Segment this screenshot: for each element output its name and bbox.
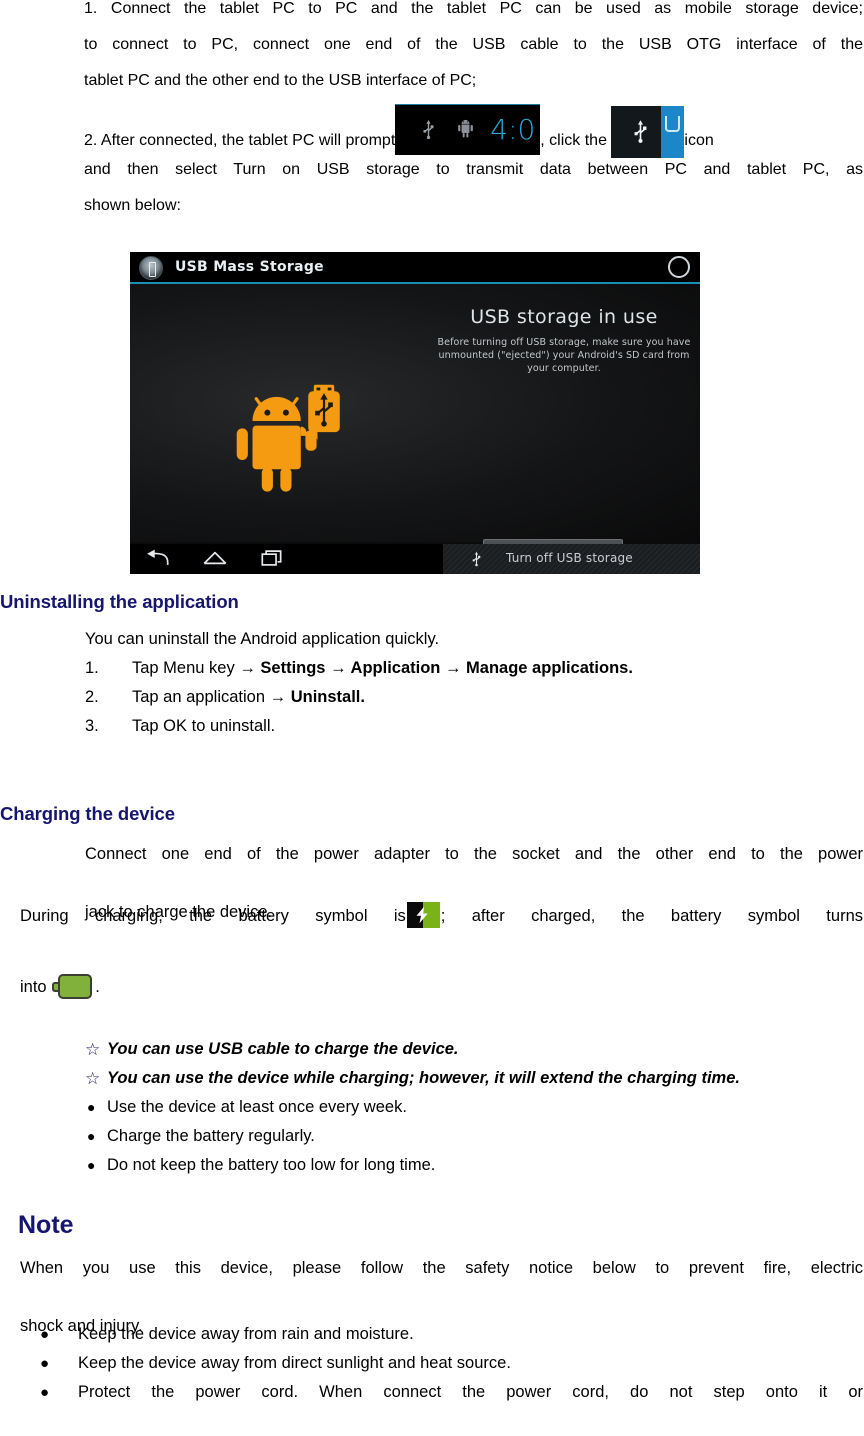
list-item: 1. Tap Menu key → Settings → Application … [85, 654, 785, 683]
step-number: 3. [85, 717, 99, 735]
tip-item-dot: ● Do not keep the battery too low for lon… [85, 1151, 863, 1180]
android-robot-with-usb-illustration [236, 384, 340, 492]
android-status-bar-notification-image: 4:0 [395, 104, 541, 155]
usb-notification-strip[interactable]: Turn off USB storage [443, 544, 700, 574]
android-title-text: USB Mass Storage [175, 259, 324, 275]
step-text-plain: Tap Menu key [132, 659, 240, 677]
bullet-dot-icon: ● [40, 1355, 50, 1372]
step2-line3: shown below: [84, 197, 181, 214]
note-safety-list: ● Keep the device away from rain and mois… [20, 1320, 863, 1436]
battery-shell [58, 974, 93, 999]
step1-line1: 1. Connect the tablet PC to PC and the t… [84, 0, 863, 17]
bullet-dot-icon: ● [40, 1384, 50, 1401]
tip-text: Charge the battery regularly. [107, 1127, 315, 1145]
bullet-dot-icon: ● [87, 1128, 96, 1144]
charging-symbol-text-1: During charging, the battery symbol is [20, 907, 406, 925]
back-icon[interactable] [144, 548, 170, 568]
step2-text-part2: , click the [540, 132, 607, 149]
note-item-text: Keep the device away from rain and moist… [78, 1325, 414, 1343]
note-item-text: Protect the power cord. When connect the… [78, 1383, 863, 1401]
home-icon[interactable] [202, 548, 228, 568]
step2-line2: and then select Turn on USB storage to t… [84, 161, 863, 178]
step1-line2: to connect to PC, connect one end of the… [84, 36, 863, 53]
list-item: ● Keep the device away from direct sunlig… [20, 1349, 863, 1378]
tip-item-dot: ● Use the device at least once every week… [85, 1093, 863, 1122]
battery-symbol-line-1: During charging, the battery symbol is ;… [20, 897, 863, 973]
charging-line1: Connect one end of the power adapter to … [85, 845, 863, 863]
battery-symbol-line-2: into . [20, 968, 863, 1006]
lightning-bolt-icon [416, 906, 428, 924]
charging-symbol-text-2: ; after charged, the battery symbol turn… [440, 907, 863, 925]
android-title-bar: USB Mass Storage [130, 252, 700, 284]
menu-circle-icon[interactable] [668, 256, 690, 278]
uninstall-steps-list: 1. Tap Menu key → Settings → Application … [85, 654, 785, 741]
step-text-bold: → Settings → Application → Manage applic… [239, 659, 633, 677]
star-icon: ☆ [85, 1069, 101, 1088]
usb-dot [427, 135, 431, 140]
tip-item-star: ☆ You can use USB cable to charge the dev… [85, 1035, 863, 1064]
usb-icon-accent [661, 106, 685, 158]
android-robot-icon [458, 119, 474, 138]
step2-text-part3: icon [684, 132, 714, 149]
tip-text: Use the device at least once every week. [107, 1098, 407, 1116]
step-number: 2. [85, 688, 99, 706]
status-bar-time: 4:0 [490, 113, 536, 146]
list-item: ● Protect the power cord. When connect th… [20, 1378, 863, 1436]
bullet-dot-icon: ● [40, 1326, 50, 1343]
battery-full-icon [52, 973, 94, 1000]
list-item: ● Keep the device away from rain and mois… [20, 1320, 863, 1349]
notification-label: Turn off USB storage [506, 551, 633, 565]
note-item-text: Keep the device away from direct sunligh… [78, 1354, 511, 1372]
tip-text: You can use USB cable to charge the devi… [107, 1040, 459, 1058]
usb-notification-icon-image [611, 106, 685, 158]
document-page: 1. Connect the tablet PC to PC and the t… [0, 0, 864, 1417]
battery-charging-icon [406, 902, 440, 928]
note-heading: Note [18, 1211, 74, 1239]
android-usb-mass-storage-screenshot: USB Mass Storage USB storage in use Befo… [130, 252, 700, 574]
charging-symbol-text-3: into [20, 978, 47, 996]
android-nav-bar: Turn off USB storage [130, 544, 700, 574]
charging-symbol-text-4: . [95, 978, 100, 996]
bullet-dot-icon: ● [87, 1157, 96, 1173]
usb-icon [472, 551, 481, 567]
recents-icon[interactable] [260, 548, 286, 568]
step-number: 1. [85, 659, 99, 677]
star-icon: ☆ [85, 1040, 101, 1059]
step-text-plain: Tap an application [132, 688, 270, 706]
tip-text: Do not keep the battery too low for long… [107, 1156, 436, 1174]
uninstall-intro: You can uninstall the Android applicatio… [85, 630, 440, 648]
uninstalling-heading: Uninstalling the application [0, 591, 239, 612]
usb-storage-heading: USB storage in use [470, 306, 658, 328]
step-text-bold: → Uninstall. [269, 688, 365, 706]
tip-item-star: ☆ You can use the device while charging; … [85, 1064, 863, 1093]
tip-text: You can use the device while charging; h… [107, 1069, 740, 1087]
step2-line1: 2. After connected, the tablet PC will p… [84, 104, 863, 161]
step-text-plain: Tap OK to uninstall. [132, 717, 276, 735]
step2-text-part1: 2. After connected, the tablet PC will p… [84, 132, 396, 149]
charging-heading: Charging the device [0, 803, 175, 824]
bullet-dot-icon: ● [87, 1099, 96, 1115]
uninstalling-body: You can uninstall the Android applicatio… [85, 625, 785, 741]
android-content-area: USB storage in use Before turning off US… [130, 284, 700, 565]
nav-icon-group [144, 548, 286, 568]
note-intro-line1: When you use this device, please follow … [20, 1259, 863, 1277]
usb-icon [423, 120, 434, 140]
usb-connection-steps: 1. Connect the tablet PC to PC and the t… [84, 0, 863, 215]
step1-line3: tablet PC and the other end to the USB i… [84, 72, 477, 89]
list-item: 3. Tap OK to uninstall. [85, 712, 785, 741]
charging-tips-list: ☆ You can use USB cable to charge the dev… [85, 1035, 863, 1180]
usb-storage-description: Before turning off USB storage, make sur… [437, 337, 691, 374]
list-item: 2. Tap an application → Uninstall. [85, 683, 785, 712]
usb-mass-storage-app-icon [139, 256, 163, 280]
usb-icon [634, 120, 647, 143]
tip-item-dot: ● Charge the battery regularly. [85, 1122, 863, 1151]
